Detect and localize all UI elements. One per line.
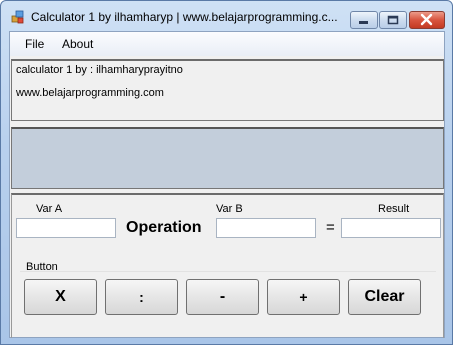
close-button[interactable] <box>409 11 445 29</box>
maximize-icon <box>387 15 399 25</box>
clear-button[interactable]: Clear <box>348 279 421 315</box>
var-a-input[interactable] <box>16 218 116 238</box>
multiply-button[interactable]: X <box>24 279 97 315</box>
result-output[interactable] <box>341 218 441 238</box>
equals-sign: = <box>326 219 335 236</box>
var-a-label: Var A <box>36 203 63 215</box>
title-bar[interactable]: Calculator 1 by ilhamharyp | www.belajar… <box>1 1 452 31</box>
add-button[interactable]: + <box>267 279 340 315</box>
minimize-button[interactable] <box>350 11 378 29</box>
operation-group: Var A Operation Var B = Result Button X … <box>11 193 444 338</box>
menu-file[interactable]: File <box>25 37 44 51</box>
info-author: calculator 1 by : ilhamharyprayitno <box>16 64 183 76</box>
menu-about[interactable]: About <box>62 37 93 51</box>
var-b-input[interactable] <box>216 218 316 238</box>
var-b-label: Var B <box>216 203 243 215</box>
menu-bar: File About <box>10 32 444 56</box>
window-title: Calculator 1 by ilhamharyp | www.belajar… <box>31 10 338 24</box>
operation-label: Operation <box>126 219 202 236</box>
info-website: www.belajarprogramming.com <box>16 87 164 99</box>
subtract-button[interactable]: - <box>186 279 259 315</box>
button-group-border <box>20 271 436 272</box>
result-label: Result <box>378 203 410 215</box>
minimize-icon <box>359 21 368 24</box>
app-icon <box>11 10 24 24</box>
close-icon <box>420 13 433 26</box>
divide-button[interactable]: : <box>105 279 178 315</box>
maximize-button[interactable] <box>379 11 407 29</box>
info-panel: calculator 1 by : ilhamharyprayitno www.… <box>11 59 444 121</box>
display-panel <box>11 127 444 189</box>
client-area: File About calculator 1 by : ilhamharypr… <box>9 31 445 338</box>
app-window: Calculator 1 by ilhamharyp | www.belajar… <box>0 0 453 345</box>
